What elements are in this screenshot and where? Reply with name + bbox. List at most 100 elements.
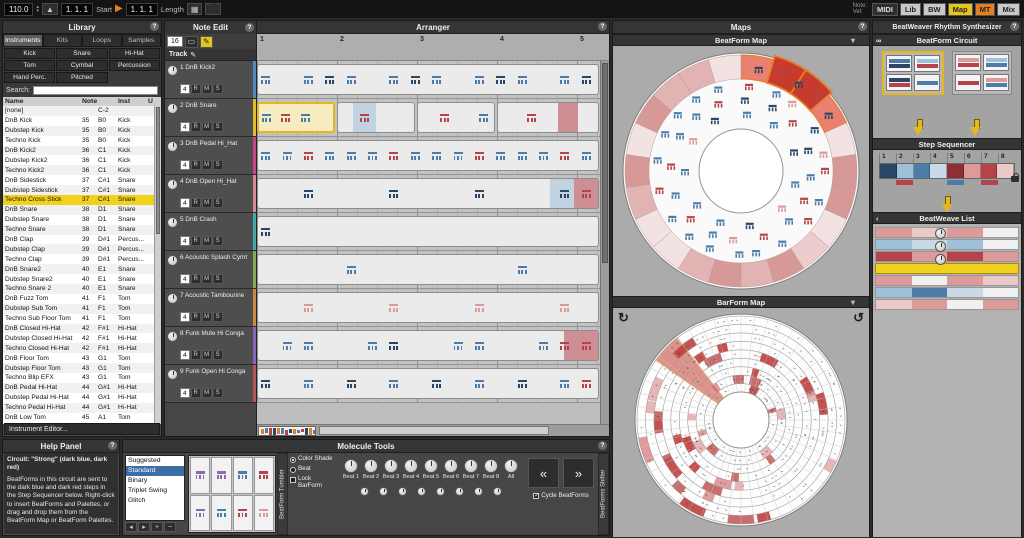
barform-map-collapse-icon[interactable]: ▾ <box>851 298 855 307</box>
arranger-lane[interactable] <box>257 99 600 137</box>
beat-knob-beat7[interactable]: Beat 7 <box>461 459 481 480</box>
library-row[interactable]: [none]C-2 <box>3 106 156 116</box>
circuit-cell[interactable] <box>886 55 912 72</box>
shifter-knob[interactable] <box>398 487 407 496</box>
beat-knob-beat6[interactable]: Beat 6 <box>441 459 461 480</box>
track-value-field[interactable]: 4 <box>180 198 190 208</box>
grid-size-field[interactable]: 16 <box>167 36 183 47</box>
shifter-knob[interactable] <box>436 487 445 496</box>
arranger-lane[interactable] <box>257 213 600 251</box>
topbar-button-mix[interactable]: Mix <box>997 3 1020 16</box>
arranger-clip[interactable] <box>257 140 599 171</box>
topbar-button-lib[interactable]: Lib <box>900 3 921 16</box>
arranger-hscrollbar[interactable] <box>257 424 609 436</box>
beatweave-row[interactable] <box>875 227 1019 238</box>
library-row[interactable]: DnB Floor Tom43G1Tom <box>3 353 156 363</box>
category-kick[interactable]: Kick <box>4 48 55 59</box>
library-row[interactable]: Dubstep Snare38D1Snare <box>3 215 156 225</box>
lock-barform-checkbox[interactable]: Lock BarForm <box>290 476 336 490</box>
knob-icon[interactable] <box>444 459 458 473</box>
cycle-beatforms-checkbox[interactable]: ✓ Cycle BeatForms <box>533 492 588 499</box>
beatform-map-area[interactable] <box>613 46 869 296</box>
pencil-tool-button[interactable]: ✎ <box>200 36 213 48</box>
beatform-map-collapse-icon[interactable]: ▾ <box>851 36 855 45</box>
circuit-group[interactable] <box>952 51 1012 95</box>
beat-knob-beat5[interactable]: Beat 5 <box>421 459 441 480</box>
arranger-clip[interactable] <box>257 102 335 133</box>
arranger-lane[interactable] <box>257 61 600 99</box>
track-r-button[interactable]: R <box>191 160 201 170</box>
knob-icon[interactable] <box>344 459 358 473</box>
arranger-clip[interactable] <box>257 368 599 399</box>
library-row[interactable]: Techno Blip EFX43G1Tom <box>3 373 156 383</box>
track-row[interactable]: 6 Acoustic Splash Cymt4RMS <box>165 251 256 289</box>
track-knob[interactable] <box>167 369 178 380</box>
arranger-hscroll-thumb[interactable] <box>319 426 549 435</box>
molecule-list-item-standard[interactable]: Standard <box>126 466 184 476</box>
preview-cell[interactable] <box>190 495 210 532</box>
knob-icon[interactable] <box>424 459 438 473</box>
beat-knob-beat8[interactable]: Beat 8 <box>481 459 501 480</box>
play-button[interactable]: ▶ <box>115 4 123 14</box>
arranger-vscroll-thumb[interactable] <box>602 63 608 263</box>
topbar-button-map[interactable]: Map <box>948 3 973 16</box>
step-cell[interactable] <box>947 164 964 178</box>
beat-knob-beat2[interactable]: Beat 2 <box>361 459 381 480</box>
preview-cell[interactable] <box>211 495 231 532</box>
track-r-button[interactable]: R <box>191 236 201 246</box>
library-row[interactable]: DnB Snare38D1Snare <box>3 205 156 215</box>
back-chevron-icon[interactable]: ‹ <box>876 214 879 223</box>
shift-right-button[interactable]: » <box>563 458 594 488</box>
track-r-button[interactable]: R <box>191 350 201 360</box>
track-s-button[interactable]: S <box>213 312 223 322</box>
category-percussion[interactable]: Percussion <box>109 60 160 71</box>
track-m-button[interactable]: M <box>202 122 212 132</box>
track-m-button[interactable]: M <box>202 350 212 360</box>
category-pitched[interactable]: Pitched <box>56 72 107 83</box>
track-value-field[interactable]: 4 <box>180 312 190 322</box>
start-position-field[interactable]: 1. 1. 1 <box>61 3 93 16</box>
category-tom[interactable]: Tom <box>4 60 55 71</box>
library-row[interactable]: DnB Clap39D#1Percus... <box>3 235 156 245</box>
track-r-button[interactable]: R <box>191 312 201 322</box>
shifter-knob[interactable] <box>455 487 464 496</box>
arranger-clip[interactable] <box>257 254 599 285</box>
barform-map-svg[interactable] <box>613 308 869 537</box>
col-note[interactable]: Note <box>82 98 118 105</box>
arranger-help-icon[interactable]: ? <box>598 22 607 31</box>
circuit-cell[interactable] <box>886 74 912 91</box>
arranger-vscrollbar[interactable] <box>600 61 609 424</box>
molecule-help-icon[interactable]: ? <box>598 441 607 450</box>
track-value-field[interactable]: 4 <box>180 160 190 170</box>
circuit-cell[interactable] <box>914 74 940 91</box>
zoom-out-button[interactable]: − <box>164 522 176 532</box>
track-knob[interactable] <box>167 179 178 190</box>
beatweave-row[interactable] <box>875 299 1019 310</box>
category-snare[interactable]: Snare <box>56 48 107 59</box>
barform-map-area[interactable]: ↻ ↺ <box>613 308 869 537</box>
track-row[interactable]: 1 DnB Kick24RMS <box>165 61 256 99</box>
library-row[interactable]: DnB Snare240E1Snare <box>3 264 156 274</box>
library-row[interactable]: DnB Pedal Hi-Hat44G#1Hi-Hat <box>3 383 156 393</box>
molecule-list-item-suggested[interactable]: Suggested <box>126 456 184 466</box>
library-row[interactable]: Techno Snare 240E1Snare <box>3 284 156 294</box>
track-row[interactable]: 5 DnB Crash4RMS <box>165 213 256 251</box>
arranger-overview[interactable] <box>258 426 316 436</box>
track-r-button[interactable]: R <box>191 274 201 284</box>
topbar-button-bw[interactable]: BW <box>923 3 946 16</box>
library-row[interactable]: Techno Cross Stick37C#1Snare <box>3 195 156 205</box>
arranger-lane[interactable] <box>257 175 600 213</box>
library-row[interactable]: Dubstep Clap39D#1Percus... <box>3 244 156 254</box>
step-lock-icon[interactable] <box>1011 176 1019 182</box>
shifter-knob[interactable] <box>474 487 483 496</box>
arranger-lane[interactable] <box>257 365 600 403</box>
knob-icon[interactable] <box>364 459 378 473</box>
library-row[interactable]: DnB Low Tom45A1Tom <box>3 413 156 423</box>
arranger-clip[interactable] <box>257 64 599 95</box>
topbar-button-midi[interactable]: MIDI <box>872 3 898 16</box>
category-handperc[interactable]: Hand Perc. <box>4 72 55 83</box>
library-row[interactable]: Dubstep Sidestick37C#1Snare <box>3 185 156 195</box>
instrument-editor-button[interactable]: Instrument Editor... <box>4 423 160 435</box>
track-r-button[interactable]: R <box>191 388 201 398</box>
molecule-list-item-binary[interactable]: Binary <box>126 476 184 486</box>
